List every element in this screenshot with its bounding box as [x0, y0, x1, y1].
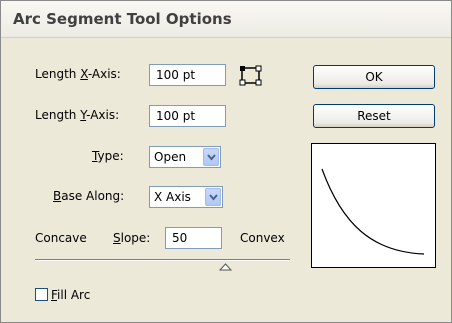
slope-label: Slope: [113, 231, 151, 245]
fill-arc-label: Fill Arc [51, 288, 91, 302]
ok-button[interactable]: OK [313, 65, 435, 89]
length-y-label: Length Y-Axis: [35, 108, 120, 122]
base-along-select[interactable]: X Axis [149, 186, 223, 208]
base-along-value: X Axis [154, 190, 191, 204]
length-x-label: Length X-Axis: [35, 67, 121, 81]
length-y-input[interactable]: 100 pt [149, 105, 226, 127]
arc-preview-curve [321, 168, 425, 255]
slope-input[interactable]: 50 [165, 227, 222, 249]
chevron-down-icon[interactable] [205, 188, 221, 206]
arc-preview [311, 143, 436, 268]
convex-label: Convex [240, 231, 285, 245]
type-select[interactable]: Open [149, 146, 221, 168]
slope-slider-thumb[interactable] [218, 260, 233, 274]
type-value: Open [154, 150, 187, 164]
fill-arc-checkbox[interactable] [35, 288, 48, 301]
reference-point-icon[interactable] [239, 65, 263, 90]
arc-segment-dialog: Arc Segment Tool Options Length X-Axis: … [0, 0, 452, 323]
title-bar: Arc Segment Tool Options [1, 1, 451, 38]
dialog-title: Arc Segment Tool Options [13, 10, 232, 28]
length-x-input[interactable]: 100 pt [149, 64, 226, 86]
reset-button[interactable]: Reset [313, 104, 435, 128]
slope-slider-track[interactable] [35, 259, 290, 261]
concave-label: Concave [35, 231, 87, 245]
base-along-label: Base Along: [53, 189, 125, 203]
type-label: Type: [92, 149, 124, 163]
chevron-down-icon[interactable] [203, 148, 219, 166]
